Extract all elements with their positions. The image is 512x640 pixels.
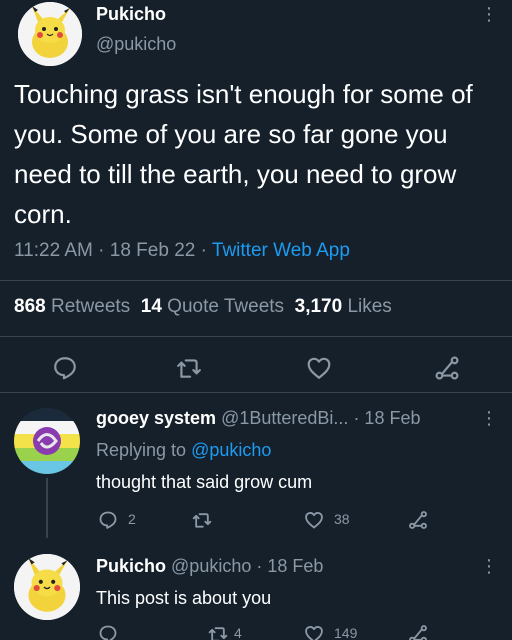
more-icon[interactable]: ⋮ (480, 556, 498, 577)
reply1-text: thought that said grow cum (96, 472, 313, 492)
avatar-pukicho-reply[interactable] (14, 554, 80, 620)
retweets-label: Retweets (50, 296, 131, 317)
retweet-icon[interactable] (176, 355, 202, 381)
reply1-header: gooey system @1ButteredBi... · 18 Feb (96, 408, 420, 429)
meta-separator: · (98, 240, 105, 261)
reply1-handle[interactable]: @1ButteredBi... (221, 408, 348, 428)
divider (0, 280, 512, 281)
reply1-date[interactable]: · 18 Feb (353, 408, 420, 428)
replying-prefix: Replying to (96, 440, 187, 460)
rainbow-flag-avatar (14, 408, 80, 474)
main-action-bar (0, 352, 512, 384)
likes-count: 3,170 (294, 296, 343, 317)
retweet-icon[interactable] (192, 510, 212, 530)
more-icon[interactable]: ⋮ (480, 4, 498, 25)
replying-to-handle[interactable]: @pukicho (191, 440, 271, 460)
reply2-retweet-count: 4 (234, 625, 242, 640)
share-icon[interactable] (434, 355, 460, 381)
avatar-pukicho[interactable] (18, 2, 82, 66)
reply1-action-bar: 2 38 (96, 508, 496, 532)
likes-stat[interactable]: 3,170 Likes (295, 296, 392, 317)
tweet-meta: 11:22 AM · 18 Feb 22 · Twitter Web App (14, 240, 350, 262)
retweets-count: 868 (14, 296, 46, 317)
tweet-stats: 868 Retweets 14 Quote Tweets 3,170 Likes (14, 296, 392, 318)
avatar-gooey-system[interactable] (14, 408, 80, 474)
pikachu-plush-avatar (14, 554, 80, 620)
thread-line (46, 478, 48, 538)
reply-icon[interactable] (98, 624, 118, 640)
share-icon[interactable] (408, 510, 428, 530)
reply2-text: This post is about you (96, 588, 272, 608)
main-handle[interactable]: @pukicho (96, 34, 176, 55)
tweet-time[interactable]: 11:22 AM (14, 240, 93, 261)
more-icon[interactable]: ⋮ (480, 408, 498, 429)
reply-icon[interactable] (98, 510, 118, 530)
reply-icon[interactable] (52, 355, 78, 381)
reply1-like-count: 38 (334, 511, 350, 527)
reply2-action-bar: 4 149 (96, 622, 496, 640)
reply1-reply-count: 2 (128, 511, 136, 527)
replying-to: Replying to @pukicho (96, 440, 271, 461)
reply2-handle[interactable]: @pukicho (171, 556, 251, 576)
retweets-stat[interactable]: 868 Retweets (14, 296, 130, 317)
reply2-date[interactable]: · 18 Feb (256, 556, 323, 576)
main-display-name[interactable]: Pukicho (96, 4, 166, 25)
reply2-display-name[interactable]: Pukicho (96, 556, 166, 576)
share-icon[interactable] (408, 624, 428, 640)
tweet-source[interactable]: Twitter Web App (212, 240, 350, 261)
meta-separator: · (200, 240, 207, 261)
divider (0, 336, 512, 337)
reply2-header: Pukicho @pukicho · 18 Feb (96, 556, 323, 577)
like-icon[interactable] (304, 624, 324, 640)
quotes-count: 14 (140, 296, 162, 317)
reply1-display-name[interactable]: gooey system (96, 408, 216, 428)
retweet-icon[interactable] (208, 624, 228, 640)
likes-label: Likes (347, 296, 392, 317)
tweet-text: Touching grass isn't enough for some of … (14, 79, 473, 229)
reply2-like-count: 149 (334, 625, 358, 640)
divider (0, 392, 512, 393)
quotes-stat[interactable]: 14 Quote Tweets (141, 296, 284, 317)
like-icon[interactable] (306, 355, 332, 381)
quotes-label: Quote Tweets (167, 296, 285, 317)
like-icon[interactable] (304, 510, 324, 530)
pikachu-plush-avatar (18, 2, 82, 66)
tweet-date[interactable]: 18 Feb 22 (110, 240, 196, 261)
